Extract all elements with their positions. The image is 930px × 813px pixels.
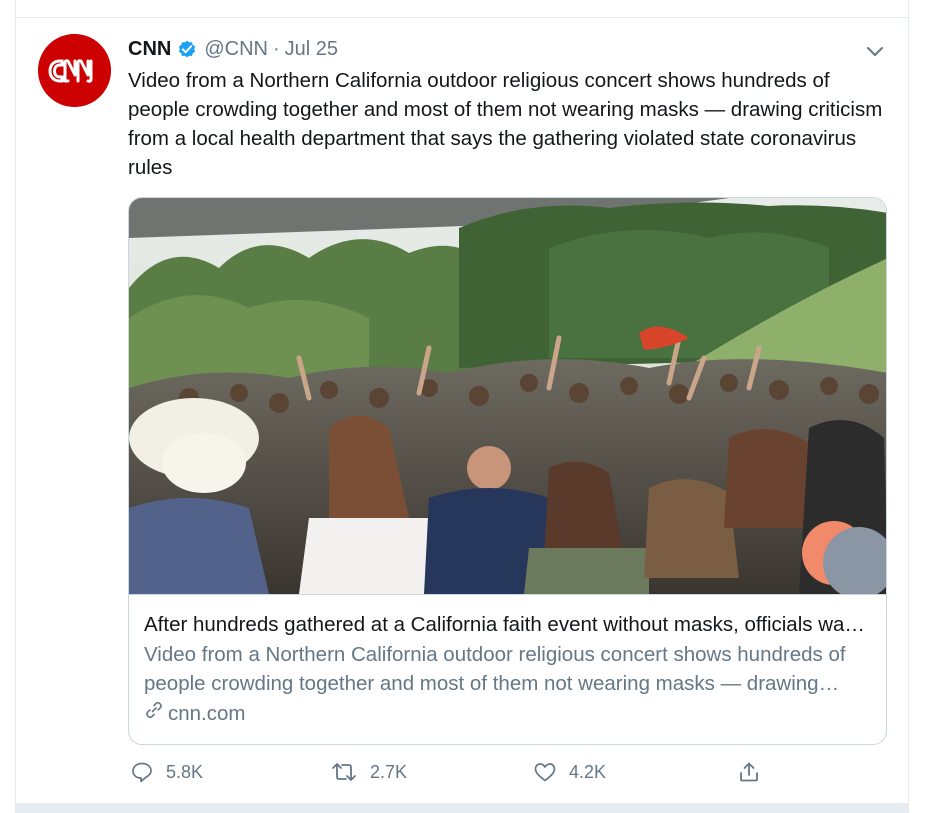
retweet-button[interactable]: 2.7K xyxy=(330,760,407,784)
share-icon xyxy=(740,762,758,782)
link-icon xyxy=(144,700,168,728)
tweet-date[interactable]: Jul 25 xyxy=(285,38,338,61)
reply-icon xyxy=(132,762,152,783)
retweet-count: 2.7K xyxy=(370,761,408,782)
like-button[interactable]: 4.2K xyxy=(533,760,606,784)
card-image xyxy=(129,198,886,594)
chevron-down-icon[interactable] xyxy=(864,40,886,62)
author-handle[interactable]: @CNN xyxy=(204,38,268,61)
separator-dot: · xyxy=(272,37,280,60)
avatar[interactable] xyxy=(38,34,111,107)
cnn-logo xyxy=(38,34,111,107)
tweet-actions: 5.8K 2.7K 4.2K xyxy=(0,760,930,790)
card-domain-text: cnn.com xyxy=(168,702,246,725)
divider xyxy=(15,17,909,18)
tweet-text: Video from a Northern California outdoor… xyxy=(128,69,883,179)
like-icon xyxy=(534,763,556,782)
verified-badge-icon xyxy=(176,38,198,60)
share-button[interactable] xyxy=(737,760,773,784)
like-count: 4.2K xyxy=(569,761,607,782)
retweet-icon xyxy=(332,763,356,781)
card-domain: cnn.com xyxy=(144,700,245,728)
card-description: Video from a Northern California outdoor… xyxy=(144,643,846,695)
card-title: After hundreds gathered at a California … xyxy=(144,613,869,636)
card-body: After hundreds gathered at a California … xyxy=(129,594,886,744)
link-card[interactable]: After hundreds gathered at a California … xyxy=(128,197,887,745)
divider xyxy=(15,803,909,813)
author-name[interactable]: CNN xyxy=(128,38,171,61)
reply-count: 5.8K xyxy=(166,761,204,782)
tweet-header: CNN @CNN · Jul 25 xyxy=(128,36,338,62)
reply-button[interactable]: 5.8K xyxy=(130,760,203,784)
